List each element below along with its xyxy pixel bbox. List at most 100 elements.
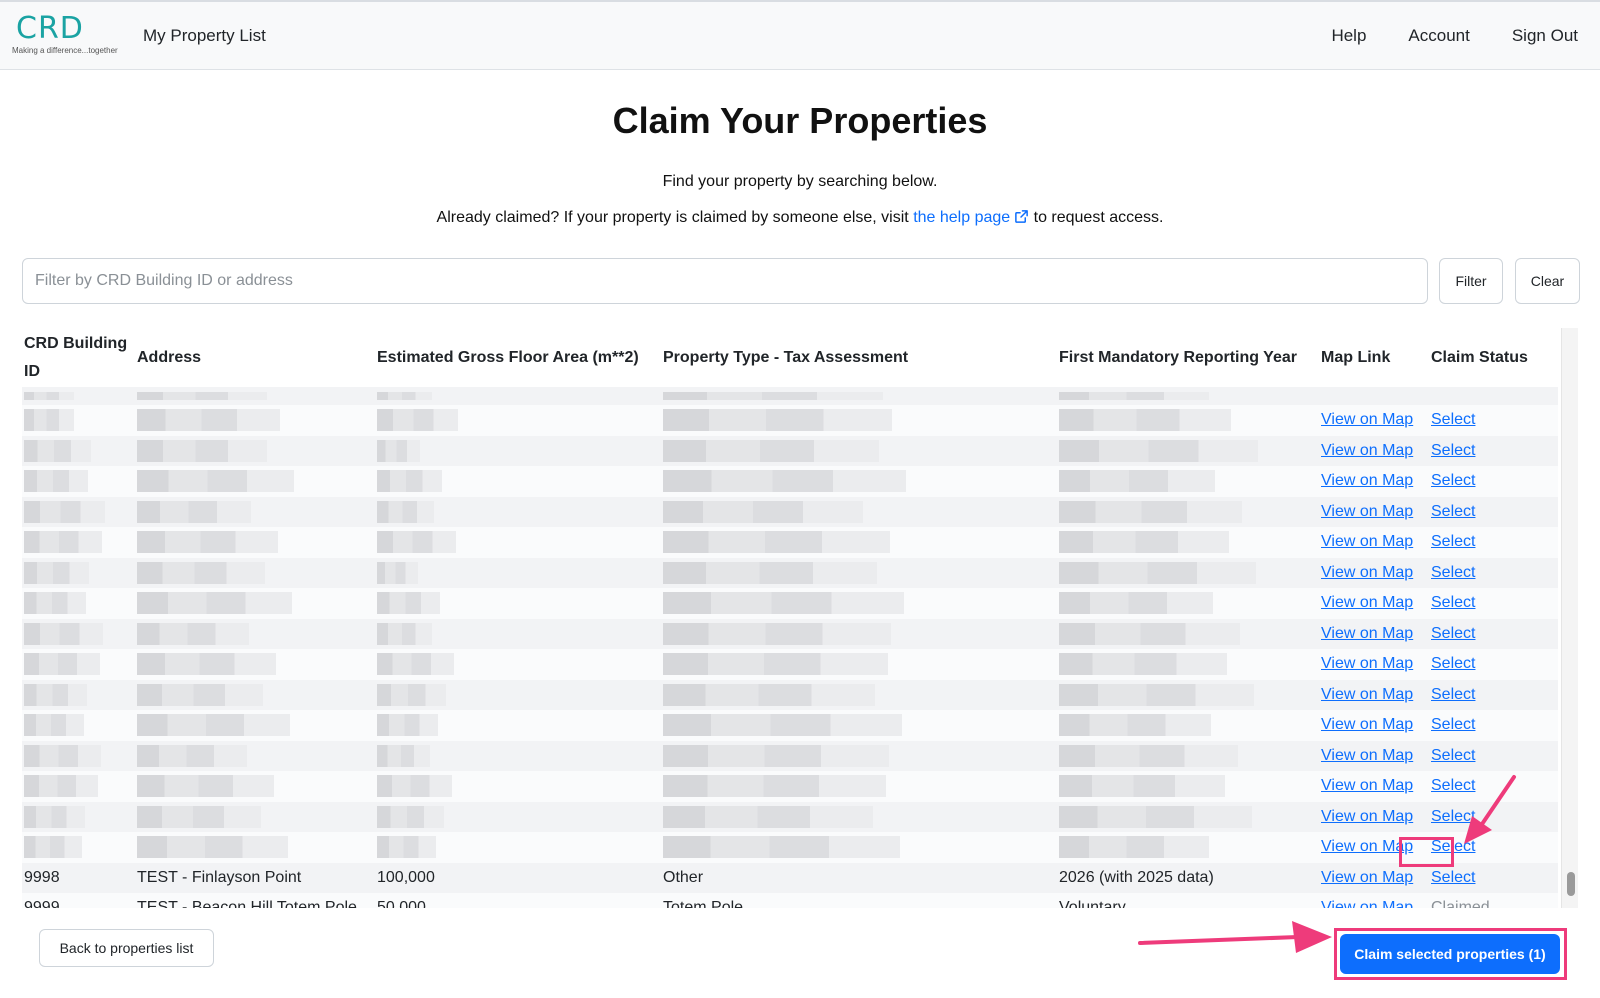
view-on-map-link[interactable]: View on Map bbox=[1321, 533, 1413, 550]
table-scrollbar[interactable] bbox=[1561, 328, 1578, 908]
redacted-cell bbox=[22, 496, 135, 527]
filter-input[interactable] bbox=[22, 258, 1428, 304]
redaction-block bbox=[1059, 470, 1215, 493]
col-address[interactable]: Address bbox=[135, 328, 375, 387]
properties-table-container[interactable]: CRD Building ID Address Estimated Gross … bbox=[22, 328, 1578, 908]
redacted-cell bbox=[1057, 496, 1319, 527]
select-link[interactable]: Select bbox=[1431, 594, 1475, 611]
redaction-block bbox=[377, 744, 430, 767]
col-claim-status[interactable]: Claim Status bbox=[1429, 328, 1558, 387]
redaction-block bbox=[377, 409, 458, 432]
external-link-icon bbox=[1015, 210, 1029, 223]
view-on-map-link[interactable]: View on Map bbox=[1321, 594, 1413, 611]
redacted-cell bbox=[1057, 387, 1319, 405]
redacted-cell bbox=[375, 618, 661, 649]
view-on-map-link[interactable]: View on Map bbox=[1321, 655, 1413, 672]
select-link[interactable]: Select bbox=[1431, 503, 1475, 520]
view-on-map-link[interactable]: View on Map bbox=[1321, 777, 1413, 794]
map-link-cell: View on Map bbox=[1319, 649, 1429, 680]
redaction-block bbox=[24, 592, 86, 615]
claim-status-cell: Select bbox=[1429, 862, 1558, 893]
redacted-cell bbox=[22, 466, 135, 497]
help-page-link[interactable]: the help page bbox=[913, 209, 1029, 226]
redacted-cell bbox=[661, 405, 1057, 436]
redacted-cell bbox=[375, 649, 661, 680]
view-on-map-link[interactable]: View on Map bbox=[1321, 625, 1413, 642]
redaction-block bbox=[663, 653, 888, 676]
crd-logo[interactable]: CRD Making a difference...together bbox=[12, 14, 118, 58]
nav-help[interactable]: Help bbox=[1331, 26, 1366, 46]
select-link[interactable]: Select bbox=[1431, 747, 1475, 764]
table-row: View on Map Select bbox=[22, 466, 1558, 497]
redacted-cell bbox=[22, 405, 135, 436]
building-id-cell: 9998 bbox=[22, 862, 135, 893]
table-body: View on Map Select View on Map Select View o… bbox=[22, 387, 1558, 908]
redaction-block bbox=[663, 592, 904, 615]
scrollbar-thumb[interactable] bbox=[1567, 872, 1575, 896]
col-floor-area[interactable]: Estimated Gross Floor Area (m**2) bbox=[375, 328, 661, 387]
redacted-cell bbox=[1057, 466, 1319, 497]
select-link[interactable]: Select bbox=[1431, 442, 1475, 459]
claim-status-cell: Select bbox=[1429, 435, 1558, 466]
select-highlight-annotation bbox=[1399, 837, 1454, 867]
view-on-map-link[interactable]: View on Map bbox=[1321, 899, 1413, 908]
select-link[interactable]: Select bbox=[1431, 411, 1475, 428]
col-building-id[interactable]: CRD Building ID bbox=[22, 328, 135, 387]
redacted-cell bbox=[22, 771, 135, 802]
select-link[interactable]: Select bbox=[1431, 655, 1475, 672]
view-on-map-link[interactable]: View on Map bbox=[1321, 747, 1413, 764]
view-on-map-link[interactable]: View on Map bbox=[1321, 686, 1413, 703]
col-map-link[interactable]: Map Link bbox=[1319, 328, 1429, 387]
back-to-properties-button[interactable]: Back to properties list bbox=[39, 929, 214, 967]
address-cell: TEST - Finlayson Point bbox=[135, 862, 375, 893]
claim-selected-button[interactable]: Claim selected properties (1) bbox=[1340, 934, 1560, 974]
clear-button[interactable]: Clear bbox=[1515, 258, 1580, 304]
filter-button[interactable]: Filter bbox=[1439, 258, 1503, 304]
redacted-cell bbox=[135, 435, 375, 466]
select-link[interactable]: Select bbox=[1431, 716, 1475, 733]
redacted-cell bbox=[135, 466, 375, 497]
view-on-map-link[interactable]: View on Map bbox=[1321, 564, 1413, 581]
select-link-partial[interactable] bbox=[1429, 387, 1558, 405]
select-link[interactable]: Select bbox=[1431, 472, 1475, 489]
nav-sign-out[interactable]: Sign Out bbox=[1512, 26, 1578, 46]
col-property-type[interactable]: Property Type - Tax Assessment bbox=[661, 328, 1057, 387]
redaction-block bbox=[377, 561, 418, 584]
col-reporting-year[interactable]: First Mandatory Reporting Year bbox=[1057, 328, 1319, 387]
redaction-block bbox=[24, 439, 91, 462]
view-on-map-link[interactable]: View on Map bbox=[1321, 503, 1413, 520]
brand-title[interactable]: My Property List bbox=[143, 26, 266, 46]
redaction-block bbox=[24, 744, 101, 767]
page-title: Claim Your Properties bbox=[612, 100, 988, 141]
view-on-map-link[interactable]: View on Map bbox=[1321, 716, 1413, 733]
floor-area-cell: 50,000 bbox=[375, 893, 661, 908]
select-link[interactable]: Select bbox=[1431, 686, 1475, 703]
building-id-cell: 9999 bbox=[22, 893, 135, 908]
map-link-cell: View on Map bbox=[1319, 771, 1429, 802]
redaction-block bbox=[663, 836, 900, 859]
redaction-block bbox=[1059, 744, 1238, 767]
map-link-cell: View on Map bbox=[1319, 405, 1429, 436]
redaction-block bbox=[137, 531, 278, 554]
redacted-cell bbox=[1057, 801, 1319, 832]
view-on-map-link[interactable]: View on Map bbox=[1321, 411, 1413, 428]
view-on-map-link[interactable]: View on Map bbox=[1321, 472, 1413, 489]
view-on-map-link[interactable]: View on Map bbox=[1321, 442, 1413, 459]
redacted-cell bbox=[135, 679, 375, 710]
view-on-map-link[interactable]: View on Map bbox=[1321, 869, 1413, 886]
claim-status-cell: Select bbox=[1429, 679, 1558, 710]
redacted-cell bbox=[1057, 832, 1319, 863]
map-link-cell: View on Map bbox=[1319, 740, 1429, 771]
nav-account[interactable]: Account bbox=[1408, 26, 1469, 46]
redacted-cell bbox=[135, 771, 375, 802]
select-link[interactable]: Select bbox=[1431, 869, 1475, 886]
select-link[interactable]: Select bbox=[1431, 564, 1475, 581]
map-link-partial[interactable] bbox=[1319, 387, 1429, 405]
redaction-block bbox=[377, 439, 420, 462]
select-link[interactable]: Select bbox=[1431, 625, 1475, 642]
view-on-map-link[interactable]: View on Map bbox=[1321, 808, 1413, 825]
redaction-block bbox=[24, 683, 87, 706]
redaction-block bbox=[663, 683, 875, 706]
select-link[interactable]: Select bbox=[1431, 533, 1475, 550]
table-row: View on Map Select bbox=[22, 740, 1558, 771]
